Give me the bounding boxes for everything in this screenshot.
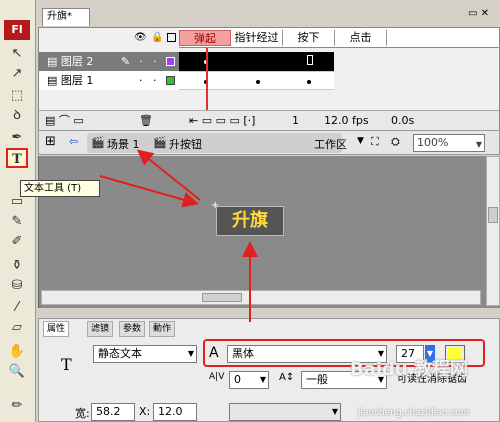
eraser-icon[interactable]: ▱: [6, 318, 28, 338]
hand-icon[interactable]: ✋: [6, 342, 28, 362]
keyframe[interactable]: [307, 80, 311, 84]
visible-dot: ·: [139, 55, 143, 68]
layer-color: [166, 57, 175, 66]
keyframe[interactable]: [256, 80, 260, 84]
paint-bucket-icon[interactable]: ⛁: [6, 276, 28, 296]
letter-spacing-input[interactable]: 0 ▼: [229, 371, 269, 389]
horizontal-scrollbar[interactable]: [41, 290, 481, 305]
symbol-link[interactable]: 升按钮: [169, 136, 202, 152]
text-type-glyph: T: [61, 355, 72, 374]
layer-name: 图层 1: [60, 74, 94, 87]
breadcrumb: ⇦ 🎬 场景 1 🎬 升按钮: [69, 133, 342, 153]
edit-scene-icon[interactable]: ⛶: [371, 135, 379, 149]
timeline-panel: 👁 🔒 弹起 指针经过 按下 点击 ▤ 图层 2 ✎ · · ▤ 图层 1 · …: [38, 27, 500, 130]
letter-spacing-value: 0: [234, 373, 241, 386]
layer-icon: ▤: [47, 74, 61, 87]
lock-dot: ·: [153, 74, 157, 87]
pen-icon[interactable]: ✒: [6, 128, 28, 148]
free-transform-icon[interactable]: ⬚: [6, 86, 28, 106]
frame-over[interactable]: 指针经过: [231, 30, 283, 46]
layer-row[interactable]: ▤ 图层 1 · ·: [39, 71, 179, 90]
frame-labels: 弹起 指针经过 按下 点击: [179, 28, 499, 48]
tab-filters[interactable]: 滤镜: [87, 321, 114, 337]
tab-actions[interactable]: 動作: [149, 321, 176, 337]
flash-logo: Fl: [4, 20, 30, 40]
window-close-icon[interactable]: ▭ ✕: [468, 8, 498, 24]
current-frame: 1: [292, 114, 299, 127]
layer-color: [166, 76, 175, 85]
eyedropper-icon[interactable]: ⁄: [6, 298, 28, 318]
watermark-url: jiaocheng.chazidian.com: [358, 408, 470, 418]
edit-bar: ⊞ ⇦ 🎬 场景 1 🎬 升按钮 工作区 ▼ ⛶ ⛭ 100% ▼: [38, 130, 500, 155]
workspace-menu[interactable]: 工作区: [314, 136, 347, 152]
scene-icon: 🎬: [91, 136, 105, 149]
delete-layer-icon[interactable]: 🗑: [139, 111, 153, 131]
keyframe[interactable]: [307, 55, 313, 65]
pencil-icon: ✎: [121, 55, 131, 68]
char-position-value: 一般: [306, 373, 328, 386]
x-label: X:: [139, 405, 151, 418]
layer2-frames[interactable]: [179, 52, 334, 71]
font-family-value: 黑体: [232, 347, 254, 360]
scroll-thumb[interactable]: [202, 293, 242, 302]
frame-hit[interactable]: 点击: [335, 30, 387, 46]
tooltip: 文本工具 (T): [20, 180, 100, 197]
char-position-icon: A↕: [279, 372, 295, 383]
brush-icon[interactable]: ✐: [6, 232, 28, 252]
add-layer-icon[interactable]: ▤ ⌒ ▭: [45, 111, 84, 131]
visible-dot: ·: [139, 74, 143, 87]
subselect-icon[interactable]: ↗: [6, 64, 28, 84]
zoom-select[interactable]: 100% ▼: [413, 134, 485, 152]
chevron-down-icon: ▼: [331, 407, 338, 416]
frame-rate: 12.0 fps: [324, 114, 369, 127]
vertical-scrollbar[interactable]: [486, 156, 500, 306]
tab-properties[interactable]: 属性: [43, 321, 70, 337]
chevron-down-icon: ▼: [259, 375, 266, 384]
layer-name: 图层 2: [60, 55, 94, 68]
chevron-down-icon: ▼: [187, 349, 194, 358]
text-type-value: 静态文本: [98, 347, 142, 360]
zoom-value: 100%: [417, 136, 449, 149]
arrow-icon[interactable]: ↖: [6, 44, 28, 64]
letter-spacing-icon: A|V: [209, 372, 225, 382]
timeline-toggle-icon[interactable]: ⊞: [45, 134, 56, 149]
chevron-down-icon: ▼: [475, 140, 482, 149]
scene-link[interactable]: 场景 1: [107, 136, 140, 152]
instance-select[interactable]: ▼: [229, 403, 341, 421]
zoom-icon[interactable]: 🔍: [6, 362, 28, 382]
layer-icon: ▤: [47, 55, 61, 68]
watermark: Baidu 教程网: [350, 359, 469, 380]
lock-dot: ·: [153, 55, 157, 68]
ink-bottle-icon[interactable]: ⚱: [6, 256, 28, 276]
center-frame-icon[interactable]: ⇤ ▭ ▭ ▭ [·]: [189, 111, 255, 131]
text-icon[interactable]: T: [6, 148, 28, 168]
elapsed-time: 0.0s: [391, 114, 415, 127]
document-tab[interactable]: 升旗*: [42, 8, 90, 26]
stage-area[interactable]: + 升旗: [38, 156, 500, 308]
button-symbol-icon: 🎬: [153, 136, 167, 149]
x-input[interactable]: 12.0: [153, 403, 197, 421]
layer1-frames[interactable]: [179, 71, 334, 90]
width-label: 宽:: [75, 407, 90, 420]
lock-icon[interactable]: 🔒: [151, 32, 163, 43]
eye-icon[interactable]: 👁: [134, 32, 147, 43]
scroll-thumb[interactable]: [488, 207, 498, 223]
width-input[interactable]: 58.2: [91, 403, 135, 421]
font-icon: A: [209, 345, 219, 361]
button-text-field[interactable]: 升旗: [216, 206, 284, 236]
stroke-color-icon[interactable]: ✏: [6, 396, 28, 416]
tools-panel: Fl ↖ ↗ ⬚ ꝺ ✒ T ▭ ✎ ✐ ⚱ ⛁ ⁄ ▱ ✋ 🔍 ✏: [0, 0, 36, 422]
edit-symbol-icon[interactable]: ⛭: [391, 135, 400, 149]
lasso-icon[interactable]: ꝺ: [6, 106, 28, 126]
text-type-select[interactable]: 静态文本 ▼: [93, 345, 197, 363]
frame-down[interactable]: 按下: [283, 30, 335, 46]
frame-up[interactable]: 弹起: [179, 30, 231, 46]
timeline-status: ▤ ⌒ ▭ 🗑 ⇤ ▭ ▭ ▭ [·] 1 12.0 fps 0.0s: [39, 110, 499, 130]
layer-row[interactable]: ▤ 图层 2 ✎ · ·: [39, 52, 179, 71]
chevron-down-icon[interactable]: ▼: [357, 136, 364, 146]
back-arrow-icon[interactable]: ⇦: [69, 135, 78, 148]
outline-icon[interactable]: [167, 33, 176, 42]
pencil-icon[interactable]: ✎: [6, 212, 28, 232]
tab-parameters[interactable]: 参数: [119, 321, 146, 337]
